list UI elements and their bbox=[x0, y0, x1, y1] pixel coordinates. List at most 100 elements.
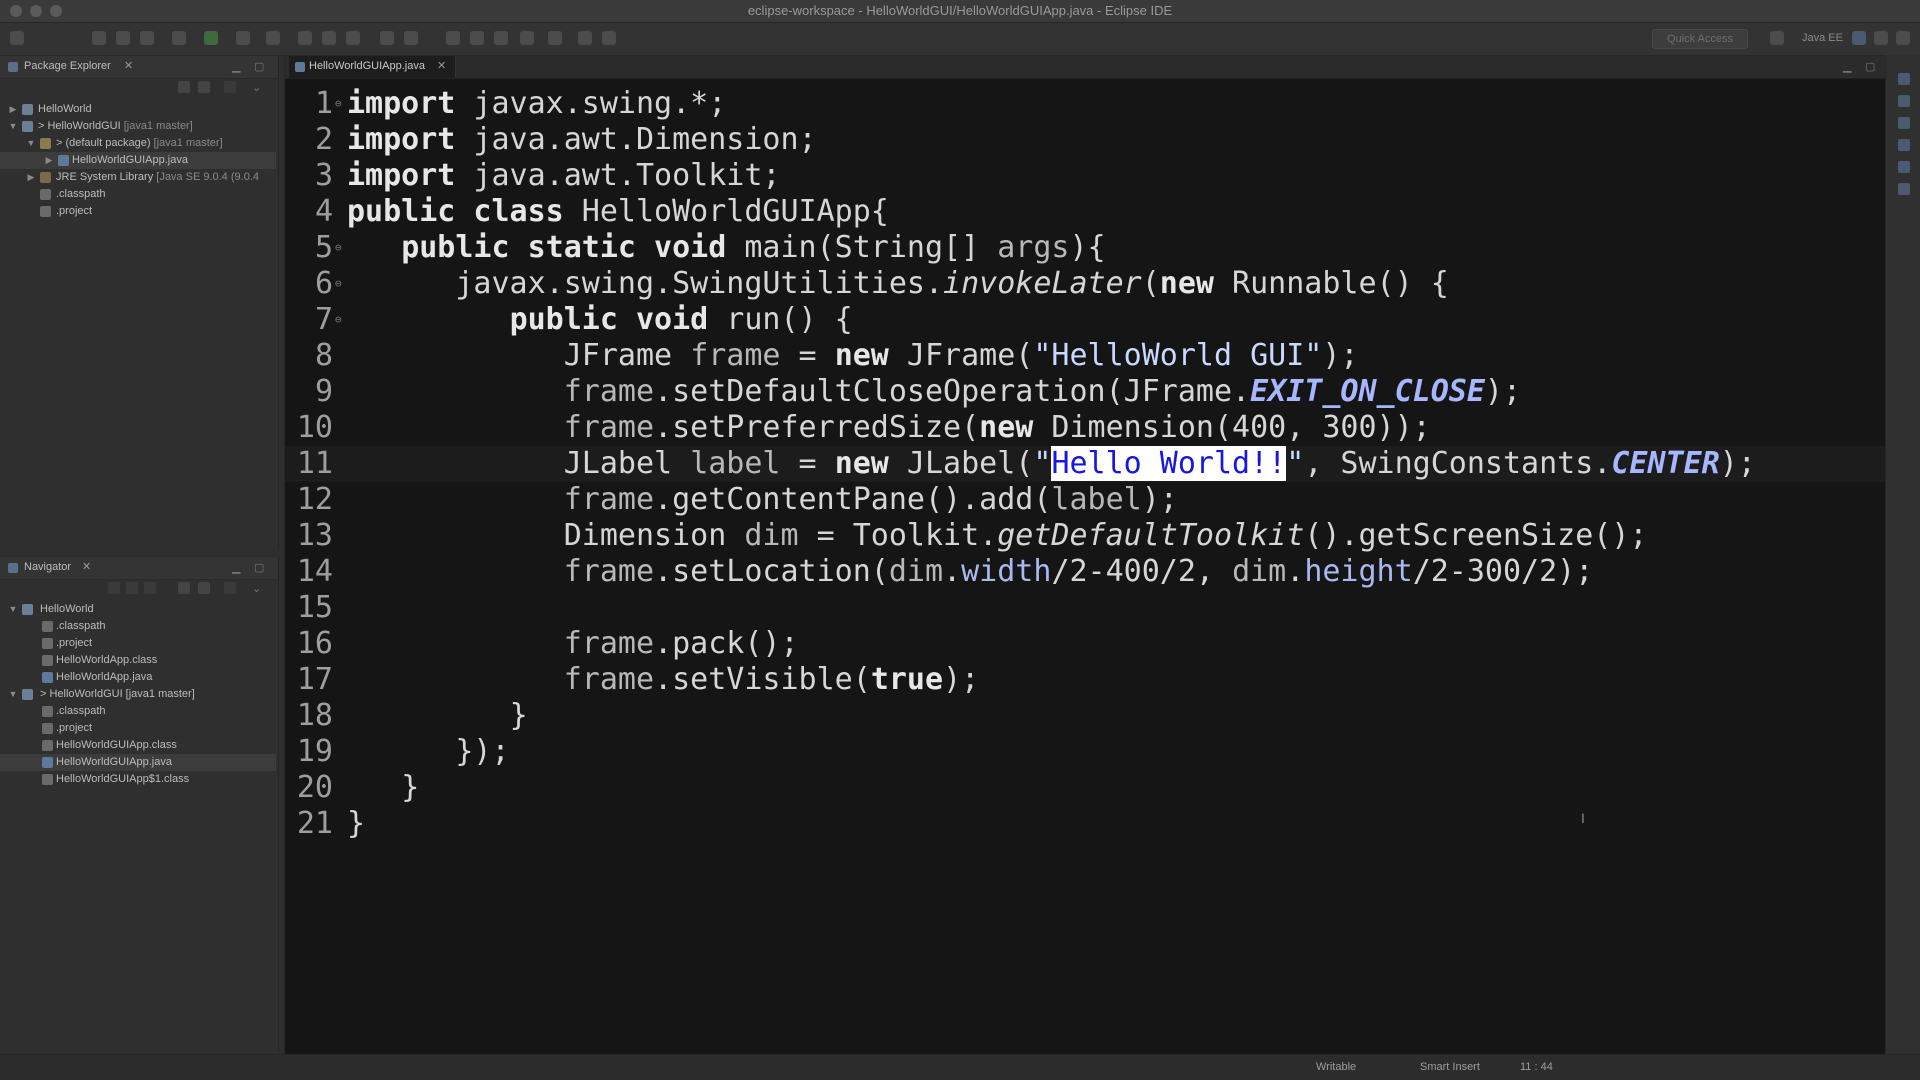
coverage-icon[interactable] bbox=[236, 31, 250, 45]
forward-icon[interactable] bbox=[126, 582, 138, 594]
collapse-all-icon[interactable] bbox=[178, 81, 190, 93]
class-file-icon bbox=[42, 774, 53, 785]
chevron-right-icon[interactable]: ▶ bbox=[8, 101, 18, 118]
nav-item-helloworldguiapp1-class[interactable]: HelloWorldGUIApp$1.class bbox=[0, 771, 276, 788]
link-with-editor-icon[interactable] bbox=[198, 81, 210, 93]
back-icon[interactable] bbox=[578, 31, 592, 45]
previous-annotation-icon[interactable] bbox=[548, 31, 562, 45]
close-icon[interactable]: ✕ bbox=[82, 560, 91, 573]
tree-item-classpath[interactable]: .classpath bbox=[0, 186, 276, 203]
code-line: 4 public class HelloWorldGUIApp{ bbox=[285, 194, 1885, 230]
quick-access-input[interactable]: Quick Access bbox=[1652, 29, 1748, 49]
new-class-icon[interactable] bbox=[346, 31, 360, 45]
servers-icon[interactable] bbox=[1898, 183, 1910, 195]
debug-perspective-icon[interactable] bbox=[1874, 31, 1888, 45]
chevron-down-icon[interactable]: ▼ bbox=[26, 135, 36, 152]
debug-icon[interactable] bbox=[172, 31, 186, 45]
javadoc-icon[interactable] bbox=[1898, 139, 1910, 151]
fold-icon[interactable]: ⊖ bbox=[335, 86, 342, 122]
outline-icon[interactable] bbox=[1898, 73, 1910, 85]
external-tools-icon[interactable] bbox=[266, 31, 280, 45]
fold-icon[interactable]: ⊖ bbox=[335, 230, 342, 266]
nav-item-classpath[interactable]: .classpath bbox=[0, 618, 276, 635]
collapse-all-icon[interactable] bbox=[178, 582, 190, 594]
java-file-icon bbox=[42, 672, 53, 683]
build-icon[interactable] bbox=[116, 31, 130, 45]
block-selection-icon[interactable] bbox=[494, 31, 508, 45]
minimize-view-icon[interactable]: ▁ bbox=[232, 561, 240, 574]
maximize-view-icon[interactable]: ▢ bbox=[254, 60, 264, 73]
chevron-right-icon[interactable]: ▶ bbox=[26, 169, 36, 186]
close-icon[interactable]: ✕ bbox=[124, 59, 133, 72]
link-with-editor-icon[interactable] bbox=[198, 582, 210, 594]
highlight-occurrences-icon[interactable] bbox=[404, 31, 418, 45]
nav-item-project[interactable]: .project bbox=[0, 635, 276, 652]
code-text: run() { bbox=[708, 302, 853, 337]
forward-icon[interactable] bbox=[602, 31, 616, 45]
minimize-view-icon[interactable]: ▁ bbox=[1843, 60, 1851, 73]
nav-item-helloworld[interactable]: ▼ HelloWorld bbox=[0, 601, 276, 618]
tree-item-default-package[interactable]: ▼ > (default package) [java1 master] bbox=[0, 135, 276, 152]
chevron-down-icon[interactable]: ▼ bbox=[8, 118, 18, 135]
up-icon[interactable] bbox=[144, 582, 156, 594]
git-perspective-icon[interactable] bbox=[1896, 31, 1910, 45]
fold-icon[interactable]: ⊖ bbox=[335, 302, 342, 338]
java-perspective-icon[interactable] bbox=[1852, 31, 1866, 45]
code-text: = bbox=[780, 446, 835, 481]
nav-item-helloworldgui[interactable]: ▼ > HelloWorldGUI [java1 master] bbox=[0, 686, 276, 703]
maximize-view-icon[interactable]: ▢ bbox=[254, 561, 264, 574]
perspective-java-ee[interactable]: Java EE bbox=[1802, 32, 1843, 44]
new-java-project-icon[interactable] bbox=[298, 31, 312, 45]
line-number: 4 bbox=[314, 194, 333, 229]
refresh-icon[interactable] bbox=[140, 31, 154, 45]
open-perspective-icon[interactable] bbox=[1770, 31, 1784, 45]
nav-item-project[interactable]: .project bbox=[0, 720, 276, 737]
tree-item-jre-system-library[interactable]: ▶ JRE System Library [Java SE 9.0.4 (9.0… bbox=[0, 169, 276, 186]
toggle-mark-icon[interactable] bbox=[446, 31, 460, 45]
tab-helloworldguiapp-java[interactable]: HelloWorldGUIApp.java ✕ bbox=[289, 56, 456, 78]
view-menu-chevron-down-icon[interactable]: ⌄ bbox=[252, 582, 261, 595]
new-icon[interactable] bbox=[10, 31, 24, 45]
maximize-view-icon[interactable]: ▢ bbox=[1865, 60, 1875, 73]
run-icon[interactable] bbox=[204, 31, 218, 45]
open-type-icon[interactable] bbox=[380, 31, 394, 45]
file-icon bbox=[40, 189, 51, 200]
code-text: /2-400/2, bbox=[1051, 554, 1233, 589]
nav-item-helloworldapp-class[interactable]: HelloWorldApp.class bbox=[0, 652, 276, 669]
tree-item-helloworld[interactable]: ▶ HelloWorld bbox=[0, 101, 276, 118]
chevron-down-icon[interactable]: ▼ bbox=[8, 601, 18, 618]
code-line: 2 import java.awt.Dimension; bbox=[285, 122, 1885, 158]
chevron-right-icon[interactable]: ▶ bbox=[44, 152, 54, 169]
package-explorer-title[interactable]: Package Explorer bbox=[24, 60, 111, 72]
tree-item-helloworldguiapp-java[interactable]: ▶ HelloWorldGUIApp.java bbox=[0, 152, 276, 169]
show-whitespace-icon[interactable] bbox=[470, 31, 484, 45]
back-icon[interactable] bbox=[108, 582, 120, 594]
tree-item-label: HelloWorld bbox=[40, 603, 94, 615]
skip-breakpoints-icon[interactable] bbox=[92, 31, 106, 45]
nav-item-classpath[interactable]: .classpath bbox=[0, 703, 276, 720]
view-menu-chevron-down-icon[interactable]: ⌄ bbox=[252, 81, 261, 94]
fold-icon[interactable]: ⊖ bbox=[335, 266, 342, 302]
java-editor[interactable]: HelloWorldGUIApp.java ✕ ▁ ▢ 1 ⊖ import jav… bbox=[284, 55, 1886, 1055]
nav-item-helloworldguiapp-class[interactable]: HelloWorldGUIApp.class bbox=[0, 737, 276, 754]
focus-icon[interactable] bbox=[224, 81, 236, 93]
next-annotation-icon[interactable] bbox=[520, 31, 534, 45]
code-text: } bbox=[347, 806, 366, 841]
navigator-title[interactable]: Navigator bbox=[24, 561, 71, 573]
chevron-down-icon[interactable]: ▼ bbox=[8, 686, 18, 703]
problems-icon[interactable] bbox=[1898, 117, 1910, 129]
nav-item-helloworldapp-java[interactable]: HelloWorldApp.java bbox=[0, 669, 276, 686]
nav-item-helloworldguiapp-java[interactable]: HelloWorldGUIApp.java bbox=[0, 754, 276, 771]
task-list-icon[interactable] bbox=[1898, 95, 1910, 107]
console-icon[interactable] bbox=[1898, 161, 1910, 173]
tree-item-project[interactable]: .project bbox=[0, 203, 276, 220]
minimize-view-icon[interactable]: ▁ bbox=[232, 60, 240, 73]
close-icon[interactable]: ✕ bbox=[437, 59, 446, 72]
focus-icon[interactable] bbox=[224, 582, 236, 594]
new-package-icon[interactable] bbox=[322, 31, 336, 45]
text-selection[interactable]: Hello World!! bbox=[1051, 446, 1287, 481]
code-area[interactable]: 1 ⊖ import javax.swing.*; 2 import java.awt… bbox=[285, 86, 1885, 842]
tree-item-helloworldgui[interactable]: ▼ > HelloWorldGUI [java1 master] bbox=[0, 118, 276, 135]
tree-item-label: > (default package) bbox=[56, 137, 151, 149]
